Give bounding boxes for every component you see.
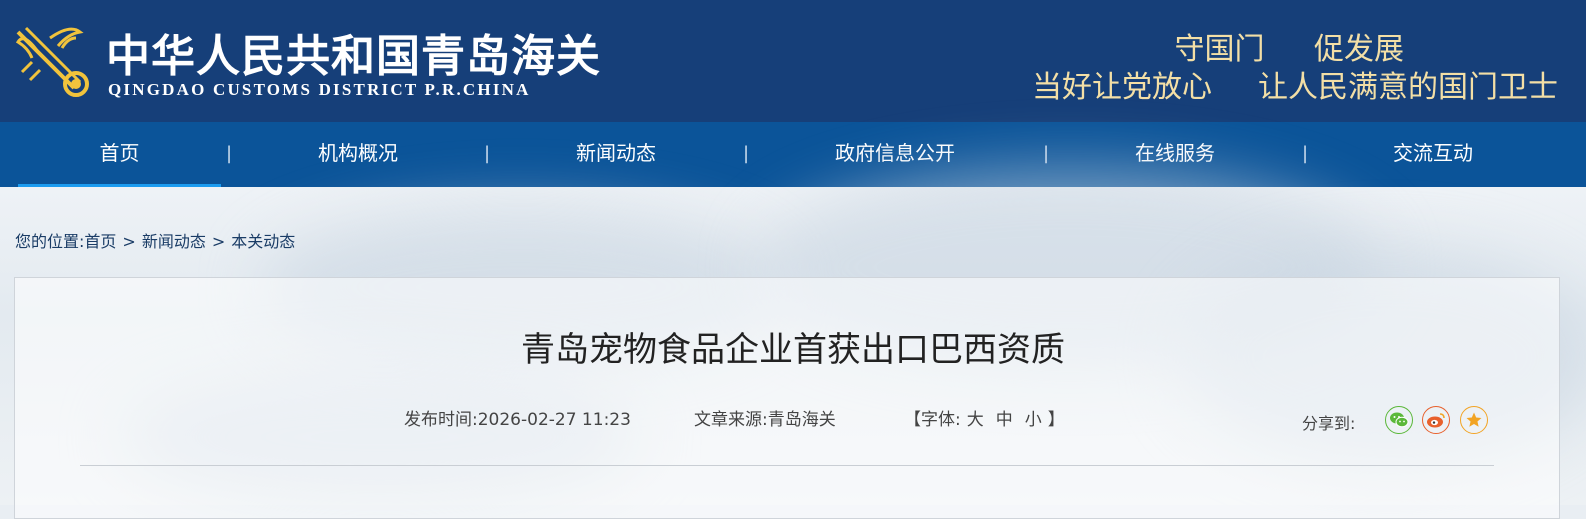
article-panel: [14, 277, 1560, 519]
breadcrumb: 您的位置:首页 > 新闻动态 > 本关动态: [15, 228, 295, 252]
font-size-close: 】: [1047, 410, 1065, 430]
nav-item-home[interactable]: 首页: [18, 122, 221, 187]
breadcrumb-home[interactable]: 首页: [84, 232, 116, 251]
site-title-cn: 中华人民共和国青岛海关: [106, 31, 601, 82]
font-size-label: 【字体:: [904, 410, 961, 430]
nav-separator: |: [743, 143, 750, 164]
site-header: 中华人民共和国青岛海关 QINGDAO CUSTOMS DISTRICT P.R…: [0, 0, 1586, 122]
customs-emblem-icon[interactable]: [10, 18, 92, 102]
publish-time: 发布时间:2026-02-27 11:23: [404, 405, 631, 430]
site-title-en: QINGDAO CUSTOMS DISTRICT P.R.CHINA: [108, 80, 531, 99]
source-label: 文章来源:: [694, 410, 768, 430]
article-source: 文章来源:青岛海关: [694, 405, 836, 430]
font-size-control: 【字体: 大中小】: [904, 405, 1065, 430]
nav-separator: |: [1302, 143, 1309, 164]
nav-separator: |: [226, 143, 233, 164]
main-nav: 首页 | 机构概况 | 新闻动态 | 政府信息公开 | 在线服务 | 交流互动: [0, 122, 1586, 187]
weibo-icon[interactable]: [1422, 406, 1450, 434]
source-value: 青岛海关: [767, 410, 836, 430]
font-size-small-button[interactable]: 小: [1025, 410, 1042, 430]
font-size-medium-button[interactable]: 中: [996, 410, 1013, 430]
nav-item-about[interactable]: 机构概况: [258, 122, 458, 187]
publish-time-label: 发布时间:: [404, 410, 478, 430]
article-title: 青岛宠物食品企业首获出口巴西资质: [521, 330, 1065, 370]
slogan-line-2-part-a: 当好让党放心: [1032, 70, 1212, 105]
title-divider: [80, 465, 1494, 466]
breadcrumb-separator: >: [122, 232, 136, 251]
favorite-star-icon[interactable]: [1460, 406, 1488, 434]
slogan-line-2: 当好让党放心 让人民满意的国门卫士: [1032, 62, 1558, 106]
nav-item-news[interactable]: 新闻动态: [516, 122, 716, 187]
breadcrumb-prefix: 您的位置:: [15, 232, 85, 251]
breadcrumb-news[interactable]: 新闻动态: [142, 232, 206, 251]
font-size-large-button[interactable]: 大: [967, 410, 984, 430]
nav-separator: |: [484, 143, 491, 164]
breadcrumb-separator: >: [211, 232, 226, 251]
slogan-line-2-part-b: 让人民满意的国门卫士: [1258, 70, 1558, 105]
publish-time-value: 2026-02-27 11:23: [477, 410, 631, 430]
share-label: 分享到:: [1302, 414, 1356, 433]
nav-item-interaction[interactable]: 交流互动: [1333, 122, 1533, 187]
wechat-icon[interactable]: [1385, 406, 1413, 434]
breadcrumb-local-news[interactable]: 本关动态: [231, 232, 295, 251]
